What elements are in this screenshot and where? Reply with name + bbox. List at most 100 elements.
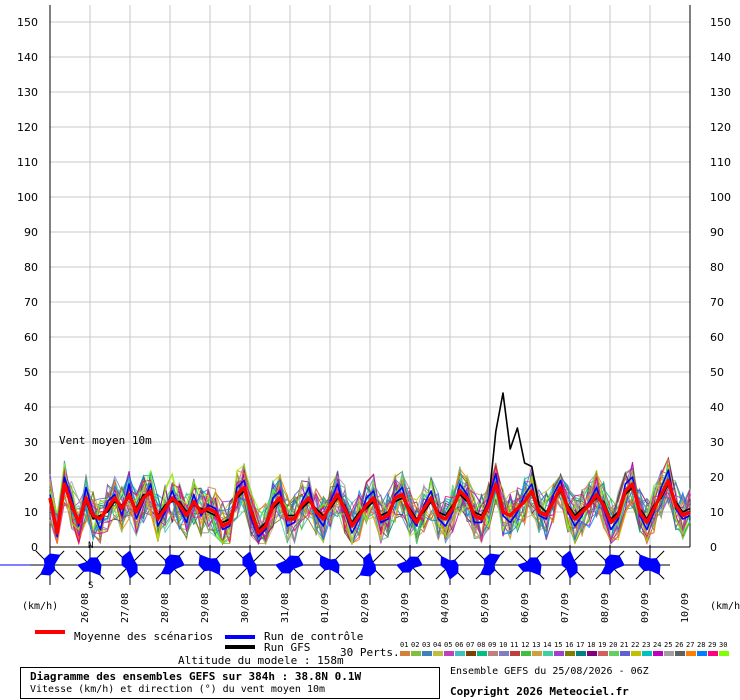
north-label: N xyxy=(88,541,94,551)
pert-number: 18 xyxy=(587,641,596,649)
wind-compass xyxy=(230,545,270,585)
pert-swatch xyxy=(708,651,718,656)
wind-compass xyxy=(550,545,590,585)
pert-number: 05 xyxy=(444,641,453,649)
pert-swatch xyxy=(510,651,520,656)
wind-rose xyxy=(275,555,304,574)
title-box: Diagramme des ensembles GEFS sur 384h : … xyxy=(20,667,440,699)
pert-number: 09 xyxy=(488,641,497,649)
pert-number: 17 xyxy=(576,641,585,649)
wind-compass xyxy=(190,545,230,585)
pert-swatch xyxy=(499,651,509,656)
pert-number: 03 xyxy=(422,641,431,649)
y-tick-left: 90 xyxy=(24,226,38,239)
y-tick-right: 130 xyxy=(710,86,731,99)
wind-compass xyxy=(270,545,310,585)
chart-subtitle: Vitesse (km/h) et direction (°) du vent … xyxy=(30,684,326,695)
mean-swatch xyxy=(35,630,65,634)
pert-number: 29 xyxy=(708,641,717,649)
pert-swatch xyxy=(444,651,454,656)
y-tick-left: 30 xyxy=(24,436,38,449)
pert-swatch xyxy=(565,651,575,656)
pert-swatch xyxy=(532,651,542,656)
date-label: 26/08 xyxy=(80,593,91,623)
date-label: 04/09 xyxy=(440,593,451,623)
pert-number: 24 xyxy=(653,641,662,649)
wind-compass xyxy=(590,545,630,585)
date-label: 08/09 xyxy=(600,593,611,623)
pert-swatch xyxy=(433,651,443,656)
y-unit-right: (km/h) xyxy=(710,601,740,612)
y-tick-left: 110 xyxy=(17,156,38,169)
y-tick-right: 90 xyxy=(710,226,724,239)
pert-swatch xyxy=(653,651,663,656)
pert-swatch xyxy=(620,651,630,656)
wind-compass xyxy=(470,545,510,585)
y-tick-left: 130 xyxy=(17,86,38,99)
copyright: Copyright 2026 Meteociel.fr xyxy=(450,685,629,698)
wind-rose xyxy=(242,551,257,578)
pert-swatch xyxy=(400,651,410,656)
pert-number: 10 xyxy=(499,641,508,649)
pert-number: 08 xyxy=(477,641,486,649)
wind-compass xyxy=(430,545,470,585)
wind-compass xyxy=(150,545,190,585)
ensemble-run-label: Ensemble GEFS du 25/08/2026 - 06Z xyxy=(450,666,649,677)
pert-number: 15 xyxy=(554,641,563,649)
pert-swatch xyxy=(631,651,641,656)
wind-rose xyxy=(121,550,138,579)
wind-rose xyxy=(561,550,578,579)
pert-swatch xyxy=(576,651,586,656)
date-label: 29/08 xyxy=(200,593,211,623)
pert-number: 01 xyxy=(400,641,409,649)
pert-swatch xyxy=(609,651,619,656)
y-tick-right: 140 xyxy=(710,51,731,64)
date-label: 07/09 xyxy=(560,593,571,623)
pert-number: 23 xyxy=(642,641,651,649)
gfs-swatch xyxy=(225,645,255,649)
pert-number: 30 xyxy=(719,641,728,649)
pert-number: 06 xyxy=(455,641,464,649)
wind-compass xyxy=(310,545,350,585)
pert-swatch xyxy=(543,651,553,656)
date-label: 27/08 xyxy=(120,593,131,623)
inner-label: Vent moyen 10m xyxy=(59,434,152,447)
altitude-label: Altitude du modele : 158m xyxy=(178,654,344,667)
wind-compass xyxy=(510,545,550,585)
y-tick-right: 120 xyxy=(710,121,731,134)
legend-mean: Moyenne des scénarios xyxy=(74,630,214,643)
y-tick-left: 100 xyxy=(17,191,38,204)
pert-swatch xyxy=(664,651,674,656)
pert-swatch xyxy=(587,651,597,656)
date-label: 03/09 xyxy=(400,593,411,623)
y-tick-right: 100 xyxy=(710,191,731,204)
legend-gfs: Run GFS xyxy=(264,641,311,654)
legend-perts: 30 Perts. xyxy=(340,646,400,659)
y-tick-right: 80 xyxy=(710,261,724,274)
pert-swatch xyxy=(686,651,696,656)
y-tick-right: 40 xyxy=(710,401,724,414)
y-tick-right: 150 xyxy=(710,16,731,29)
date-label: 09/09 xyxy=(640,593,651,623)
pert-number: 14 xyxy=(543,641,552,649)
y-tick-right: 30 xyxy=(710,436,724,449)
wind-compass xyxy=(110,545,150,585)
pert-swatch xyxy=(642,651,652,656)
pert-number: 07 xyxy=(466,641,475,649)
pert-swatch xyxy=(598,651,608,656)
pert-swatch xyxy=(411,651,421,656)
pert-number: 02 xyxy=(411,641,420,649)
pert-swatch xyxy=(521,651,531,656)
y-tick-left: 80 xyxy=(24,261,38,274)
pert-number: 21 xyxy=(620,641,629,649)
date-label: 05/09 xyxy=(480,593,491,623)
y-tick-left: 120 xyxy=(17,121,38,134)
y-tick-left: 40 xyxy=(24,401,38,414)
pert-number: 27 xyxy=(686,641,695,649)
date-label: 10/09 xyxy=(680,593,691,623)
y-tick-right: 60 xyxy=(710,331,724,344)
date-label: 06/09 xyxy=(520,593,531,623)
grid xyxy=(49,5,691,548)
pert-swatch xyxy=(675,651,685,656)
wind-compass xyxy=(30,545,70,585)
